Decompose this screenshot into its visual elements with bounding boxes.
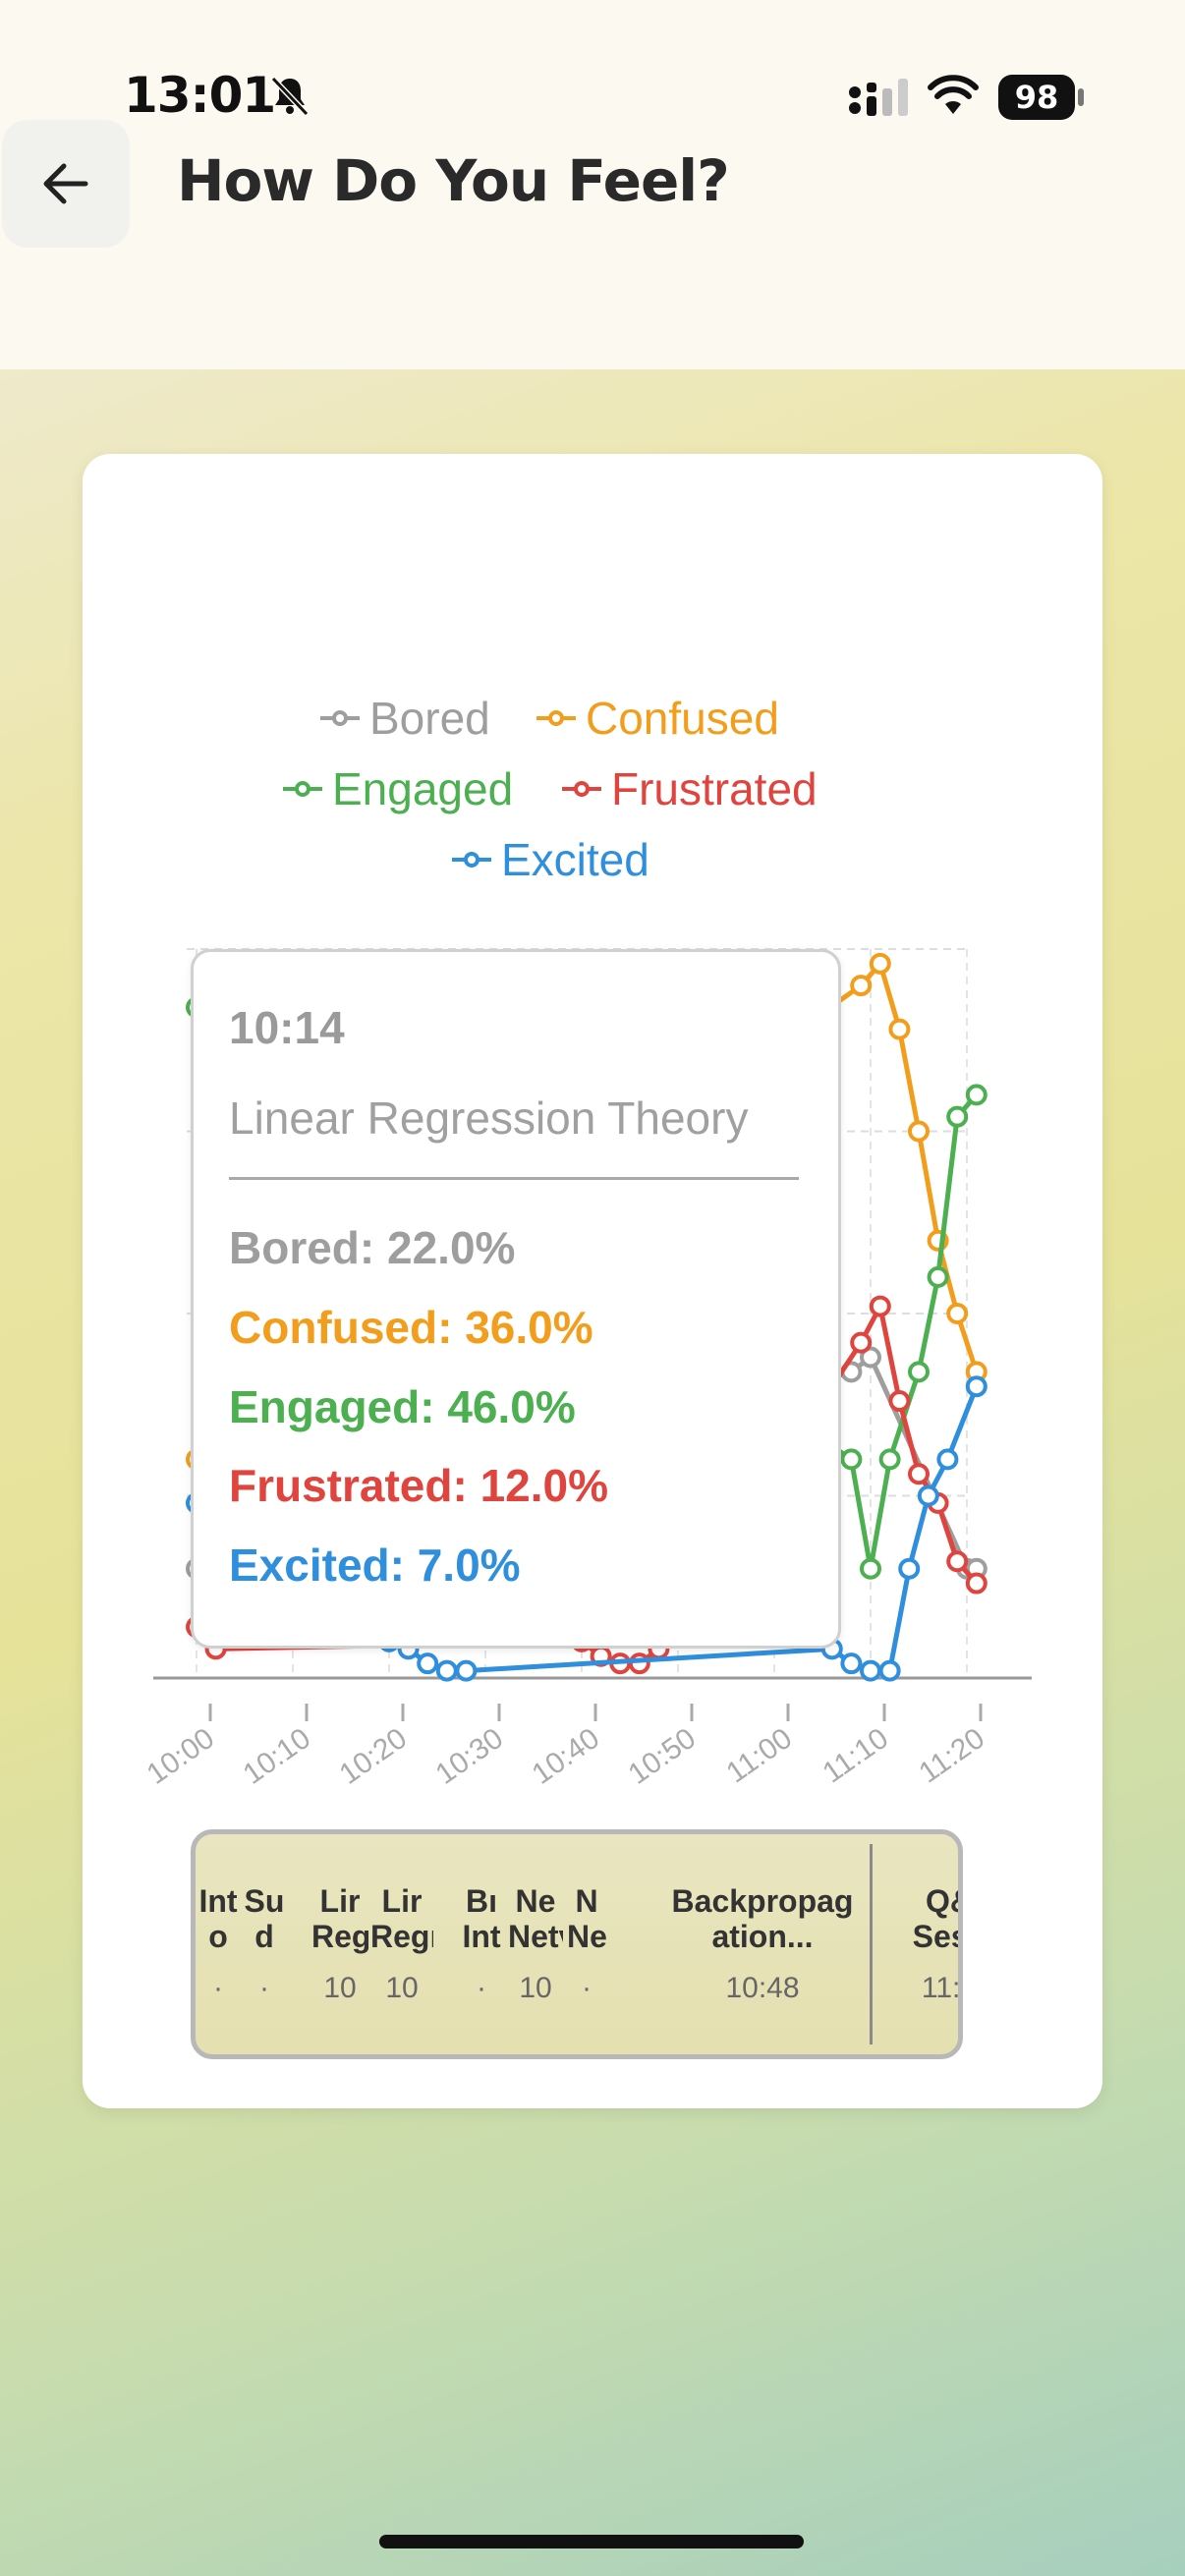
tooltip-row-excited: Excited: 7.0% <box>229 1540 521 1591</box>
timeline-segment[interactable]: Q& Sess11:1 <box>875 1834 958 2054</box>
legend-label: Frustrated <box>611 763 818 814</box>
data-point-confused <box>888 1018 911 1040</box>
data-point-excited <box>898 1557 921 1580</box>
topic-timeline-scrubber[interactable]: Int o· Su d· Lir Regı10 Lir Regı10 Bı In… <box>191 1829 963 2059</box>
data-point-confused <box>946 1303 969 1324</box>
data-point-confused <box>869 952 891 975</box>
legend-label: Engaged <box>332 763 514 814</box>
data-point-excited <box>455 1659 478 1682</box>
data-point-frustrated <box>888 1390 911 1413</box>
data-point-excited <box>878 1659 901 1682</box>
data-point-engaged <box>946 1105 969 1128</box>
data-point-engaged <box>840 1448 863 1471</box>
tooltip-row-bored: Bored: 22.0% <box>229 1222 516 1273</box>
data-point-excited <box>917 1484 939 1507</box>
legend-label: Bored <box>369 693 490 744</box>
data-point-frustrated <box>628 1652 650 1675</box>
timeline-segment[interactable]: Backpropag ation... 10:48 <box>659 1834 866 2054</box>
tooltip-row-engaged: Engaged: 46.0% <box>229 1381 576 1432</box>
legend-marker-icon <box>283 781 322 797</box>
timeline-segment[interactable]: Int o · <box>196 1834 241 2054</box>
timeline-segment[interactable]: Ne Netv10 <box>508 1834 563 2054</box>
tooltip-row-confused: Confused: 36.0% <box>229 1302 593 1353</box>
data-point-excited <box>435 1659 458 1682</box>
tooltip-divider <box>229 1177 799 1180</box>
timeline-segment[interactable]: Lir Regı10 <box>311 1834 368 2054</box>
timeline-segment[interactable]: N Ne · <box>567 1834 606 2054</box>
data-point-excited <box>840 1652 863 1675</box>
legend-marker-icon <box>536 710 576 726</box>
x-tick-label: 10:20 <box>334 1722 413 1791</box>
legend-item-bored[interactable]: Bored <box>320 692 490 745</box>
x-tick-label: 10:30 <box>430 1722 509 1791</box>
x-tick-label: 10:40 <box>527 1722 605 1791</box>
x-tick-label: 11:00 <box>720 1722 798 1790</box>
legend-item-confused[interactable]: Confused <box>536 692 779 745</box>
chart-tooltip: 10:14 Linear Regression Theory Bored: 22… <box>191 949 841 1649</box>
data-point-engaged <box>908 1361 930 1383</box>
x-tick-label: 10:00 <box>141 1722 220 1791</box>
legend-item-engaged[interactable]: Engaged <box>283 762 513 815</box>
data-point-engaged <box>878 1448 901 1471</box>
legend-label: Excited <box>501 834 649 885</box>
data-point-excited <box>936 1448 959 1471</box>
legend-label: Confused <box>586 693 779 744</box>
x-tick-label: 10:10 <box>238 1722 316 1791</box>
legend-marker-icon <box>562 781 601 797</box>
data-point-confused <box>908 1120 930 1143</box>
x-tick-label: 11:10 <box>817 1722 894 1790</box>
data-point-frustrated <box>946 1550 969 1573</box>
data-point-frustrated <box>869 1295 891 1317</box>
timeline-segment[interactable]: Lir Regı10 <box>370 1834 433 2054</box>
legend-item-frustrated[interactable]: Frustrated <box>562 762 818 815</box>
data-point-excited <box>417 1652 439 1675</box>
data-point-confused <box>850 975 873 997</box>
data-point-engaged <box>965 1084 988 1106</box>
timeline-segment[interactable]: Su d · <box>241 1834 288 2054</box>
data-point-engaged <box>927 1265 949 1288</box>
tooltip-topic: Linear Regression Theory <box>229 1092 749 1144</box>
x-tick-label: 10:50 <box>623 1722 702 1791</box>
tooltip-row-frustrated: Frustrated: 12.0% <box>229 1460 609 1511</box>
data-point-frustrated <box>850 1331 873 1354</box>
scrubber-handle[interactable] <box>870 1844 873 2044</box>
home-indicator[interactable] <box>379 2535 804 2548</box>
legend-item-excited[interactable]: Excited <box>452 833 649 886</box>
data-point-engaged <box>860 1557 881 1580</box>
data-point-frustrated <box>965 1572 988 1595</box>
data-point-excited <box>965 1375 988 1398</box>
tooltip-time: 10:14 <box>229 1002 345 1053</box>
timeline-segment[interactable]: Bı Int · <box>461 1834 502 2054</box>
legend-marker-icon <box>320 710 360 726</box>
data-point-excited <box>860 1659 881 1682</box>
x-tick-label: 11:20 <box>913 1722 990 1790</box>
data-point-frustrated <box>908 1463 930 1485</box>
legend-marker-icon <box>452 852 491 868</box>
